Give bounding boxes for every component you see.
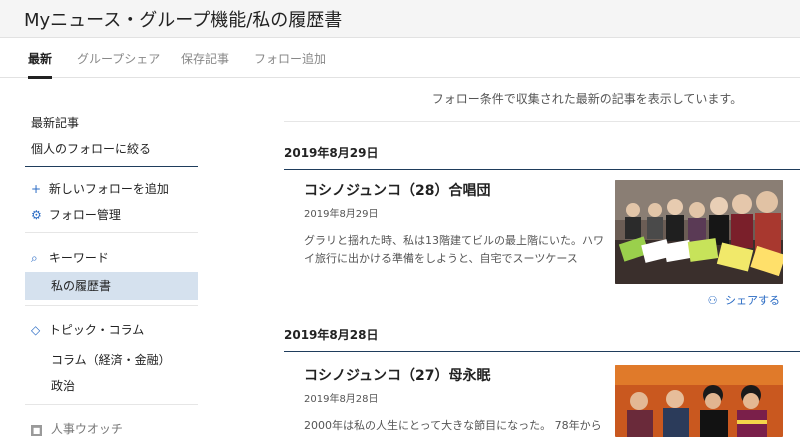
- person-icon: ■: [31, 425, 42, 436]
- article-date: 2019年8月28日: [304, 394, 379, 405]
- sidebar: 最新記事 個人のフォローに絞る + 新しいフォローを追加 ⚙ フォロー管理 ⌕ …: [25, 78, 198, 437]
- sidebar-item-column-economy[interactable]: コラム（経済・金融）: [25, 351, 198, 368]
- sidebar-divider: [25, 404, 198, 405]
- gear-icon: ⚙: [31, 208, 42, 222]
- sidebar-item-people-watch[interactable]: ■ 人事ウオッチ: [31, 420, 198, 437]
- share-label: シェアする: [725, 294, 780, 307]
- sidebar-divider: [25, 232, 198, 233]
- notice-divider: [284, 121, 800, 122]
- page-title: Myニュース・グループ機能/私の履歴書: [24, 10, 343, 31]
- sidebar-divider: [25, 166, 198, 167]
- tab-group-share[interactable]: グループシェア: [77, 50, 160, 67]
- article-photo-choir[interactable]: [615, 180, 783, 284]
- sidebar-item-personal[interactable]: 個人のフォローに絞る: [31, 140, 198, 157]
- article-excerpt: 2000年は私の人生にとって大きな節目になった。 78年からライフワークのように…: [304, 419, 602, 432]
- tab-saved[interactable]: 保存記事: [181, 50, 229, 67]
- main-content: フォロー条件で収集された最新の記事を表示しています。 2019年8月29日 コシ…: [284, 78, 800, 437]
- article-date: 2019年8月29日: [304, 209, 379, 220]
- sidebar-item-label: 人事ウオッチ: [50, 422, 123, 436]
- article-excerpt: グラリと揺れた時、私は13階建てビルの最上階にいた。ハワイ旅行に出かける準備をし…: [304, 234, 604, 265]
- article-photo-family[interactable]: [615, 365, 783, 437]
- notice-text: フォロー条件で収集された最新の記事を表示しています。: [431, 92, 743, 106]
- date-divider: [284, 351, 800, 352]
- plus-icon: +: [31, 182, 42, 196]
- search-icon: ⌕: [31, 251, 38, 265]
- sidebar-item-politics[interactable]: 政治: [25, 377, 198, 394]
- sidebar-item-topic[interactable]: ◇ トピック・コラム: [31, 321, 198, 338]
- tab-latest[interactable]: 最新: [28, 50, 53, 79]
- sidebar-item-latest[interactable]: 最新記事: [31, 114, 198, 131]
- tab-add-follow[interactable]: フォロー追加: [254, 50, 326, 67]
- article-title[interactable]: コシノジュンコ（27）母永眠: [304, 365, 491, 385]
- sidebar-item-label: 新しいフォローを追加: [48, 182, 169, 196]
- article-card[interactable]: コシノジュンコ（28）合唱団 2019年8月29日 グラリと揺れた時、私は13階…: [284, 180, 800, 310]
- date-divider: [284, 169, 800, 170]
- article-card[interactable]: コシノジュンコ（27）母永眠 2019年8月28日 2000年は私の人生にとって…: [284, 365, 800, 437]
- app-header: Myニュース・グループ機能/私の履歴書: [0, 0, 800, 38]
- sidebar-item-keyword-rirekisho[interactable]: 私の履歴書: [25, 272, 198, 300]
- sidebar-item-manage-follow[interactable]: ⚙ フォロー管理: [31, 206, 198, 223]
- share-button[interactable]: ⚇ シェアする: [708, 292, 780, 308]
- share-people-icon: ⚇: [707, 294, 718, 307]
- sidebar-item-label: トピック・コラム: [48, 323, 145, 337]
- article-title[interactable]: コシノジュンコ（28）合唱団: [304, 180, 491, 200]
- sidebar-item-label: フォロー管理: [48, 208, 121, 222]
- date-heading: 2019年8月28日: [284, 328, 379, 342]
- tab-bar: 最新 グループシェア 保存記事 フォロー追加: [0, 38, 800, 79]
- date-heading: 2019年8月29日: [284, 146, 379, 160]
- tag-icon: ◇: [31, 323, 41, 337]
- sidebar-divider: [25, 305, 198, 306]
- sidebar-item-add-follow[interactable]: + 新しいフォローを追加: [31, 180, 198, 197]
- sidebar-item-label: キーワード: [48, 251, 109, 265]
- sidebar-item-keyword[interactable]: ⌕ キーワード: [31, 249, 198, 266]
